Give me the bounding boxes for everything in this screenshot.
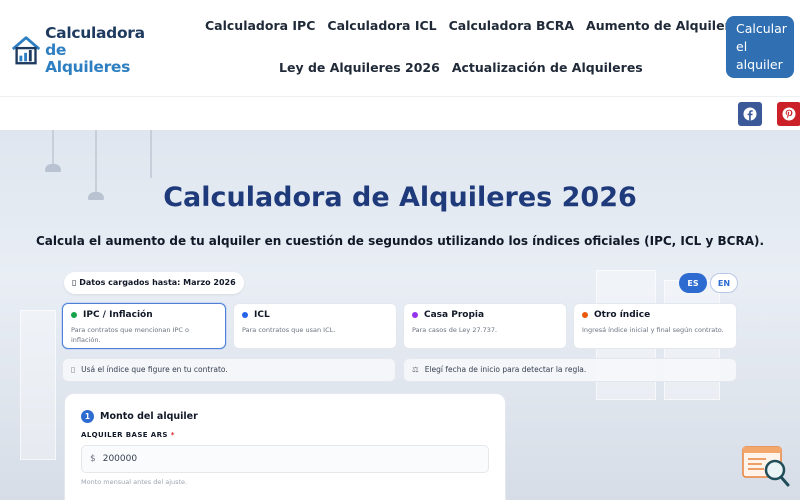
- logo-text-line1: Calculadora: [45, 23, 145, 42]
- background-lamp: [45, 164, 61, 172]
- required-mark: *: [170, 431, 175, 439]
- info-icon: ▯: [71, 365, 76, 374]
- hint-text: Usá el índice que figure en tu contrato.: [81, 365, 228, 374]
- nav-link-bcra[interactable]: Calculadora BCRA: [443, 18, 580, 33]
- index-card-otro[interactable]: Otro índice Ingresá índice inicial y fin…: [573, 303, 737, 349]
- index-card-ipc[interactable]: IPC / Inflación Para contratos que menci…: [62, 303, 226, 349]
- data-status-text: Datos cargados hasta: Marzo 2026: [79, 278, 236, 287]
- background-lamp: [150, 130, 152, 178]
- social-bar: [0, 96, 800, 130]
- data-status-badge: ▯ Datos cargados hasta: Marzo 2026: [64, 272, 244, 294]
- nav-link-ipc[interactable]: Calculadora IPC: [205, 18, 321, 33]
- base-rent-help: Monto mensual antes del ajuste.: [81, 478, 188, 486]
- nav-link-actualizacion[interactable]: Actualización de Alquileres: [446, 60, 649, 75]
- hero-section: Calculadora de Alquileres 2026 Calcula e…: [0, 130, 800, 500]
- rent-amount-form: 1 Monto del alquiler ALQUILER BASE ARS *…: [64, 393, 506, 500]
- purple-dot-icon: [412, 312, 418, 318]
- main-nav-row2: Ley de Alquileres 2026 Actualización de A…: [279, 60, 649, 75]
- pinterest-icon: [782, 107, 796, 121]
- calendar-icon: ▯: [72, 278, 77, 287]
- background-window: [20, 310, 56, 460]
- base-rent-value: 200000: [102, 454, 138, 464]
- cta-line1: Calcular: [736, 21, 787, 36]
- language-es-button[interactable]: ES: [679, 273, 707, 293]
- calculate-rent-button[interactable]: Calcular el alquiler: [726, 16, 794, 78]
- background-lamp: [52, 130, 54, 166]
- step-number-badge: 1: [81, 410, 94, 423]
- nav-link-icl[interactable]: Calculadora ICL: [321, 18, 442, 33]
- hint-start-date: ⚖ Elegí fecha de inicio para detectar la …: [403, 358, 737, 382]
- index-card-description: Ingresá índice inicial y final según con…: [582, 326, 724, 334]
- base-rent-label-text: ALQUILER BASE ARS: [81, 431, 168, 439]
- nav-link-ley[interactable]: Ley de Alquileres 2026: [279, 60, 446, 75]
- facebook-icon: [743, 107, 757, 121]
- index-card-title: IPC / Inflación: [83, 310, 153, 320]
- base-rent-input[interactable]: $ 200000: [81, 445, 489, 473]
- hint-text: Elegí fecha de inicio para detectar la r…: [424, 365, 587, 374]
- main-nav-row1: Calculadora IPC Calculadora ICL Calculador…: [205, 18, 737, 33]
- search-widget-icon[interactable]: [742, 446, 790, 488]
- scale-icon: ⚖: [412, 365, 419, 374]
- index-card-title: Casa Propia: [424, 310, 485, 320]
- page-title: Calculadora de Alquileres 2026: [163, 182, 637, 213]
- index-card-title: ICL: [254, 310, 270, 320]
- cta-line2: el: [736, 39, 748, 54]
- green-dot-icon: [71, 312, 77, 318]
- index-card-description: Para contratos que usan ICL.: [242, 326, 336, 334]
- index-card-description: Para contratos que mencionan IPC o infla…: [71, 326, 190, 344]
- page-subtitle: Calcula el aumento de tu alquiler en cue…: [35, 234, 765, 248]
- index-card-icl[interactable]: ICL Para contratos que usan ICL.: [233, 303, 397, 349]
- index-card-title: Otro índice: [594, 310, 651, 320]
- language-en-button[interactable]: EN: [710, 273, 738, 293]
- logo-text-line2: de Alquileres: [45, 40, 131, 76]
- index-card-casa-propia[interactable]: Casa Propia Para casos de Ley 27.737.: [403, 303, 567, 349]
- house-logo-icon: [11, 36, 41, 65]
- nav-link-aumento[interactable]: Aumento de Alquiler: [580, 18, 737, 33]
- step-title: Monto del alquiler: [100, 411, 198, 422]
- site-header: Calculadora de Alquileres Calculadora IP…: [0, 0, 800, 96]
- cta-line3: alquiler: [736, 57, 783, 72]
- pinterest-share-button[interactable]: [777, 102, 800, 126]
- facebook-share-button[interactable]: [738, 102, 762, 126]
- site-logo[interactable]: Calculadora de Alquileres: [10, 24, 150, 75]
- index-card-description: Para casos de Ley 27.737.: [412, 326, 498, 334]
- currency-prefix: $: [90, 454, 96, 464]
- base-rent-label: ALQUILER BASE ARS *: [81, 431, 175, 439]
- hint-contract-index: ▯ Usá el índice que figure en tu contrato…: [62, 358, 396, 382]
- orange-dot-icon: [582, 312, 588, 318]
- blue-dot-icon: [242, 312, 248, 318]
